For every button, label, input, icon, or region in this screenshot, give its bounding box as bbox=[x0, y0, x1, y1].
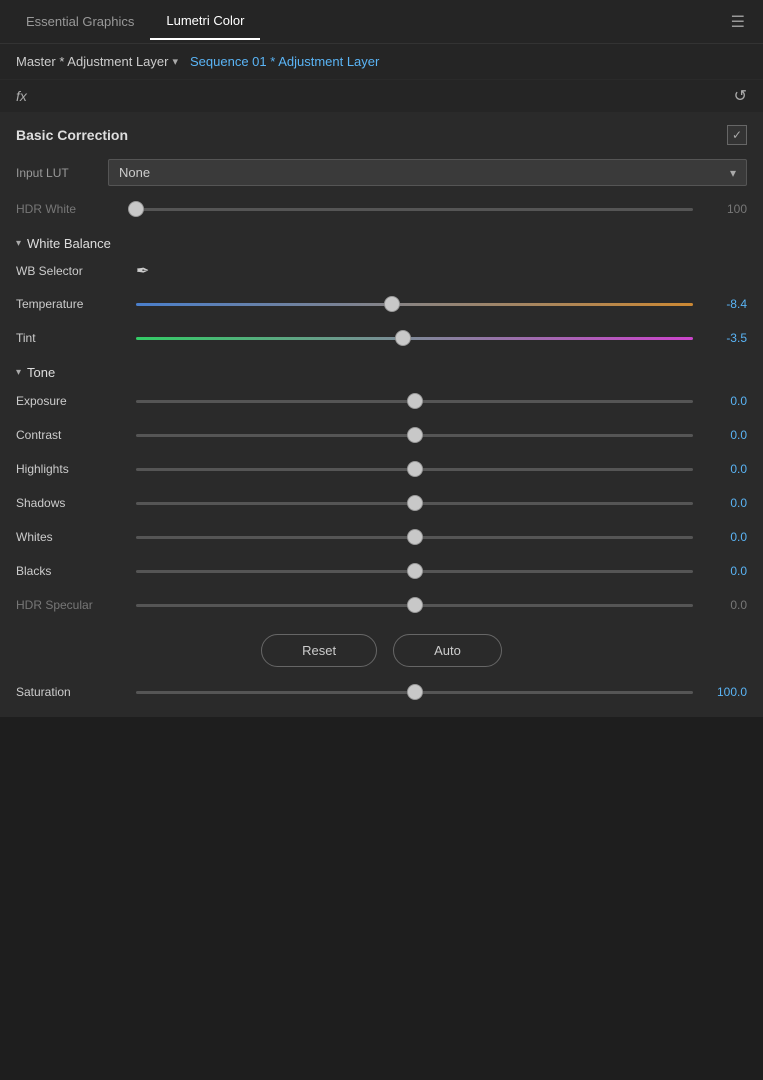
contrast-row: Contrast 0.0 bbox=[16, 418, 747, 452]
wb-selector-label: WB Selector bbox=[16, 264, 126, 278]
exposure-track bbox=[136, 400, 693, 403]
white-balance-title: White Balance bbox=[27, 236, 111, 251]
wb-selector-row: WB Selector ✒ bbox=[16, 255, 747, 287]
hdr-specular-row: HDR Specular 0.0 bbox=[16, 588, 747, 622]
lut-chevron-icon: ▾ bbox=[730, 166, 736, 180]
tint-label: Tint bbox=[16, 331, 126, 345]
exposure-label: Exposure bbox=[16, 394, 126, 408]
hdr-specular-value: 0.0 bbox=[703, 598, 747, 612]
highlights-track bbox=[136, 468, 693, 471]
whites-value: 0.0 bbox=[703, 530, 747, 544]
blacks-label: Blacks bbox=[16, 564, 126, 578]
highlights-value: 0.0 bbox=[703, 462, 747, 476]
hdr-specular-thumb[interactable] bbox=[407, 597, 423, 613]
exposure-slider[interactable] bbox=[136, 391, 693, 411]
input-lut-row: Input LUT None ▾ bbox=[16, 153, 747, 192]
layer-selector[interactable]: Master * Adjustment Layer ▾ bbox=[16, 54, 178, 69]
shadows-thumb[interactable] bbox=[407, 495, 423, 511]
tint-track bbox=[136, 337, 693, 340]
whites-label: Whites bbox=[16, 530, 126, 544]
button-row: Reset Auto bbox=[16, 622, 747, 675]
contrast-slider[interactable] bbox=[136, 425, 693, 445]
tone-chevron-icon: ▾ bbox=[16, 367, 21, 378]
blacks-thumb[interactable] bbox=[407, 563, 423, 579]
tint-thumb[interactable] bbox=[395, 330, 411, 346]
hdr-white-track bbox=[136, 208, 693, 211]
exposure-thumb[interactable] bbox=[407, 393, 423, 409]
saturation-value: 100.0 bbox=[703, 685, 747, 699]
saturation-label: Saturation bbox=[16, 685, 126, 699]
fx-label: fx bbox=[16, 88, 27, 104]
temperature-thumb[interactable] bbox=[384, 296, 400, 312]
highlights-slider[interactable] bbox=[136, 459, 693, 479]
shadows-row: Shadows 0.0 bbox=[16, 486, 747, 520]
fx-row: fx ↺ bbox=[0, 80, 763, 113]
temperature-track bbox=[136, 303, 693, 306]
saturation-thumb[interactable] bbox=[407, 684, 423, 700]
temperature-label: Temperature bbox=[16, 297, 126, 311]
tint-row: Tint -3.5 bbox=[16, 321, 747, 355]
header-row: Master * Adjustment Layer ▾ Sequence 01 … bbox=[0, 44, 763, 80]
saturation-track bbox=[136, 691, 693, 694]
reset-button[interactable]: Reset bbox=[261, 634, 377, 667]
layer-name-label: Master * Adjustment Layer bbox=[16, 54, 168, 69]
shadows-label: Shadows bbox=[16, 496, 126, 510]
tab-essential-graphics[interactable]: Essential Graphics bbox=[10, 4, 150, 39]
highlights-row: Highlights 0.0 bbox=[16, 452, 747, 486]
blacks-value: 0.0 bbox=[703, 564, 747, 578]
whites-thumb[interactable] bbox=[407, 529, 423, 545]
lut-selected-value: None bbox=[119, 165, 150, 180]
input-lut-select[interactable]: None ▾ bbox=[108, 159, 747, 186]
hdr-specular-track bbox=[136, 604, 693, 607]
whites-row: Whites 0.0 bbox=[16, 520, 747, 554]
basic-correction-header: Basic Correction ✓ bbox=[16, 113, 747, 153]
shadows-slider[interactable] bbox=[136, 493, 693, 513]
layer-chevron-icon: ▾ bbox=[172, 55, 178, 68]
contrast-track bbox=[136, 434, 693, 437]
basic-correction-checkbox[interactable]: ✓ bbox=[727, 125, 747, 145]
exposure-row: Exposure 0.0 bbox=[16, 384, 747, 418]
temperature-slider[interactable] bbox=[136, 294, 693, 314]
whites-slider[interactable] bbox=[136, 527, 693, 547]
highlights-label: Highlights bbox=[16, 462, 126, 476]
hdr-white-thumb[interactable] bbox=[128, 201, 144, 217]
saturation-row: Saturation 100.0 bbox=[16, 675, 747, 709]
blacks-slider[interactable] bbox=[136, 561, 693, 581]
basic-correction-section: Basic Correction ✓ Input LUT None ▾ HDR … bbox=[0, 113, 763, 717]
reset-icon[interactable]: ↺ bbox=[734, 86, 747, 106]
input-lut-label: Input LUT bbox=[16, 166, 96, 180]
temperature-row: Temperature -8.4 bbox=[16, 287, 747, 321]
tint-slider[interactable] bbox=[136, 328, 693, 348]
hdr-white-row: HDR White 100 bbox=[16, 192, 747, 226]
eyedropper-icon[interactable]: ✒ bbox=[136, 261, 149, 281]
hdr-specular-label: HDR Specular bbox=[16, 598, 126, 612]
tone-header[interactable]: ▾ Tone bbox=[16, 355, 747, 384]
contrast-thumb[interactable] bbox=[407, 427, 423, 443]
sequence-link[interactable]: Sequence 01 * Adjustment Layer bbox=[190, 54, 379, 69]
contrast-label: Contrast bbox=[16, 428, 126, 442]
exposure-value: 0.0 bbox=[703, 394, 747, 408]
white-balance-chevron-icon: ▾ bbox=[16, 238, 21, 249]
tab-menu-button[interactable]: ☰ bbox=[723, 8, 753, 36]
auto-button[interactable]: Auto bbox=[393, 634, 502, 667]
hdr-white-value: 100 bbox=[703, 202, 747, 216]
tab-bar: Essential Graphics Lumetri Color ☰ bbox=[0, 0, 763, 44]
whites-track bbox=[136, 536, 693, 539]
hdr-white-slider[interactable] bbox=[136, 199, 693, 219]
blacks-row: Blacks 0.0 bbox=[16, 554, 747, 588]
shadows-track bbox=[136, 502, 693, 505]
tab-lumetri-color[interactable]: Lumetri Color bbox=[150, 3, 260, 40]
white-balance-header[interactable]: ▾ White Balance bbox=[16, 226, 747, 255]
shadows-value: 0.0 bbox=[703, 496, 747, 510]
saturation-slider[interactable] bbox=[136, 682, 693, 702]
contrast-value: 0.0 bbox=[703, 428, 747, 442]
hdr-white-label: HDR White bbox=[16, 202, 126, 216]
temperature-value: -8.4 bbox=[703, 297, 747, 311]
blacks-track bbox=[136, 570, 693, 573]
tone-title: Tone bbox=[27, 365, 55, 380]
highlights-thumb[interactable] bbox=[407, 461, 423, 477]
hdr-specular-slider[interactable] bbox=[136, 595, 693, 615]
tint-value: -3.5 bbox=[703, 331, 747, 345]
basic-correction-title: Basic Correction bbox=[16, 127, 128, 143]
